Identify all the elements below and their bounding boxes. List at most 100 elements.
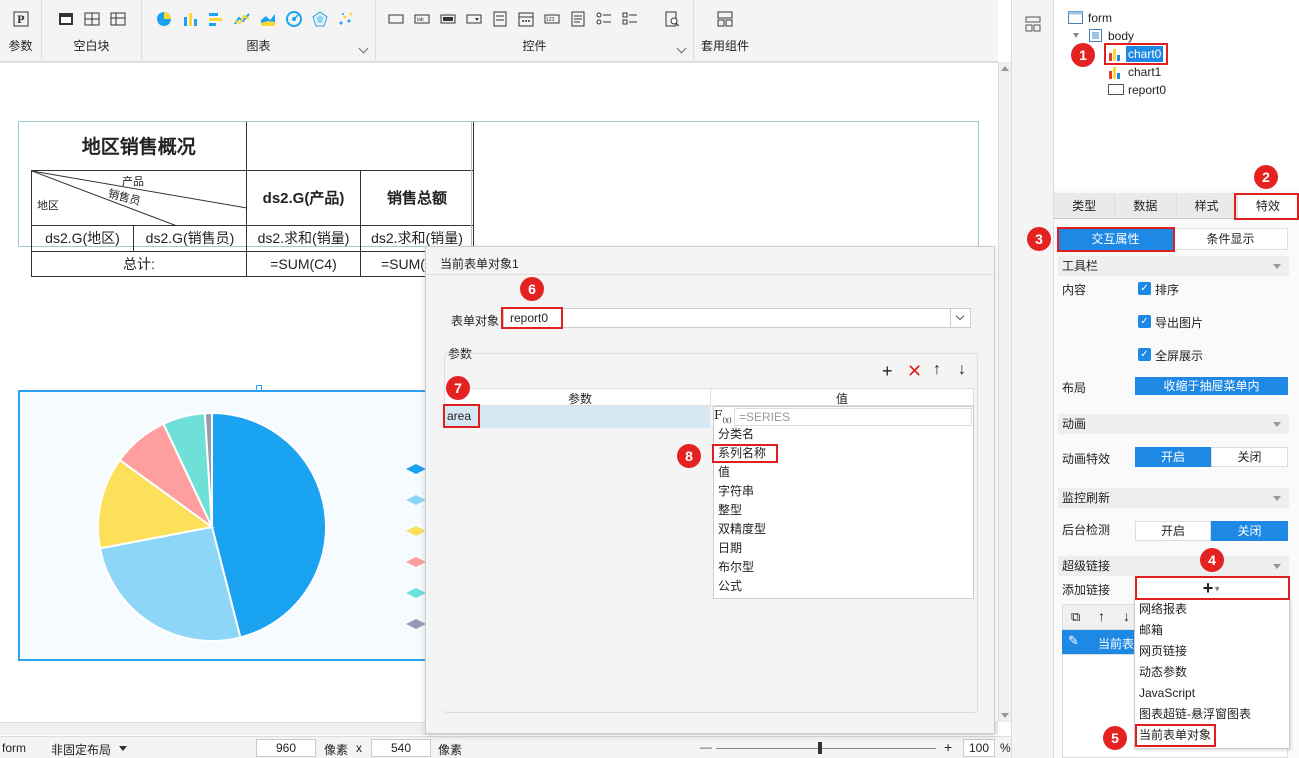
animation-label: 动画特效	[1062, 452, 1111, 466]
sort-checkbox[interactable]: ✓	[1138, 282, 1151, 295]
status-bar: form 非固定布局 960 像素 x 540 像素 — + 100 %	[0, 736, 1011, 758]
tree-chart1[interactable]: chart1	[1128, 64, 1161, 80]
animation-on-button[interactable]: 开启	[1135, 447, 1211, 467]
zoom-slider-track[interactable]	[716, 748, 936, 749]
option-formula[interactable]: 公式	[718, 577, 742, 596]
tab-type[interactable]: 类型	[1054, 193, 1116, 218]
toolbar-group-params[interactable]: P 参数	[0, 0, 42, 60]
step-marker-5: 5	[1103, 726, 1127, 750]
textarea-widget-icon	[571, 11, 585, 27]
animation-off-button[interactable]: 关闭	[1211, 447, 1288, 467]
dropdown-widget-icon	[466, 14, 482, 24]
section-animation[interactable]: 动画	[1058, 414, 1289, 434]
option-string[interactable]: 字符串	[718, 482, 754, 501]
move-up-icon[interactable]: ↑	[933, 361, 941, 379]
param-row[interactable]: area	[444, 406, 710, 428]
toolbar-group-blank[interactable]: 空白块	[42, 0, 142, 60]
zoom-out-button[interactable]: —	[700, 740, 712, 754]
zoom-slider-handle[interactable]	[818, 742, 822, 754]
formula-icon[interactable]: F(x)	[714, 408, 732, 424]
number-widget-icon: 123	[544, 14, 560, 24]
times-label: x	[356, 741, 362, 755]
cell-region: ds2.G(地区)	[31, 224, 134, 252]
line-chart-icon	[234, 13, 250, 25]
layout-dropdown-icon[interactable]	[119, 746, 127, 751]
section-toolbar[interactable]: 工具栏	[1058, 256, 1289, 276]
export-image-label: 导出图片	[1155, 316, 1204, 330]
scroll-down-icon[interactable]	[1001, 713, 1009, 718]
monitor-on-button[interactable]: 开启	[1135, 521, 1211, 541]
tree-expand-icon[interactable]	[1073, 33, 1079, 38]
section-monitor[interactable]: 监控刷新	[1058, 488, 1289, 508]
body-icon	[1089, 29, 1102, 42]
scroll-up-icon[interactable]	[1001, 66, 1009, 71]
chart0-block[interactable]	[18, 390, 427, 661]
menu-web-link[interactable]: 网页链接	[1139, 641, 1187, 661]
section-hyperlink[interactable]: 超级链接	[1058, 556, 1289, 576]
chart1-icon	[1109, 67, 1120, 79]
subtab-condition[interactable]: 条件显示	[1173, 228, 1288, 250]
step-marker-4: 4	[1200, 548, 1224, 572]
svg-text:123: 123	[546, 17, 555, 23]
tab-data[interactable]: 数据	[1115, 193, 1177, 218]
link-up-icon[interactable]: ↑	[1098, 608, 1105, 624]
export-image-checkbox[interactable]: ✓	[1138, 315, 1151, 328]
menu-email[interactable]: 邮箱	[1139, 620, 1163, 640]
menu-javascript[interactable]: JavaScript	[1139, 683, 1195, 703]
link-down-icon[interactable]: ↓	[1123, 608, 1130, 624]
option-date[interactable]: 日期	[718, 539, 742, 558]
zoom-percent: %	[1000, 741, 1011, 755]
delete-param-icon[interactable]: ✕	[907, 361, 922, 382]
legend-marker-4	[406, 588, 425, 598]
height-unit: 像素	[438, 743, 463, 757]
menu-chart-popup[interactable]: 图表超链-悬浮窗图表	[1139, 704, 1251, 724]
cell-salesperson: ds2.G(销售员)	[133, 224, 247, 252]
move-down-icon[interactable]: ↓	[958, 361, 966, 379]
blank-block-icon	[59, 13, 73, 25]
tree-form[interactable]: form	[1088, 10, 1112, 26]
form-object-dropdown-button[interactable]	[950, 309, 970, 327]
checkbox-group-widget-icon	[622, 12, 637, 25]
canvas-vertical-scrollbar[interactable]	[998, 62, 1011, 722]
add-param-icon[interactable]: +	[882, 361, 893, 382]
layout-select[interactable]: 非固定布局	[51, 741, 111, 758]
chevron-down-icon	[955, 311, 965, 321]
zoom-input[interactable]: 100	[963, 739, 995, 757]
option-boolean[interactable]: 布尔型	[718, 558, 754, 577]
toolbar-group-components[interactable]: 套用组件	[694, 0, 756, 60]
zoom-in-button[interactable]: +	[944, 739, 952, 755]
width-input[interactable]: 960	[256, 739, 316, 757]
component-icon	[717, 11, 733, 27]
option-value[interactable]: 值	[718, 463, 730, 482]
toolbar-group-widgets[interactable]: lab 123 控件	[376, 0, 694, 60]
step-marker-6: 6	[520, 277, 544, 301]
layout-option-drawer[interactable]: 收缩于抽屉菜单内	[1135, 377, 1288, 395]
option-integer[interactable]: 整型	[718, 501, 742, 520]
legend-marker-5	[406, 619, 425, 629]
header-total-cell: 销售总额	[360, 169, 474, 226]
menu-dynamic-param[interactable]: 动态参数	[1139, 662, 1187, 682]
copy-link-icon[interactable]: ⧉	[1071, 609, 1080, 625]
formula-input[interactable]: =SERIES	[734, 408, 972, 426]
edit-link-icon[interactable]: ✎	[1068, 633, 1079, 649]
tab-style[interactable]: 样式	[1176, 193, 1238, 218]
fullscreen-checkbox[interactable]: ✓	[1138, 348, 1151, 361]
option-category-name[interactable]: 分类名	[718, 425, 754, 444]
height-input[interactable]: 540	[371, 739, 431, 757]
listbox-widget-icon	[493, 11, 507, 27]
search-widget-icon	[665, 11, 680, 27]
toolbar-group-charts[interactable]: 图表	[142, 0, 376, 60]
option-double[interactable]: 双精度型	[718, 520, 766, 539]
form-object-select[interactable]: report0	[503, 308, 971, 328]
menu-web-report[interactable]: 网络报表	[1139, 599, 1187, 619]
chart-resize-handle[interactable]	[256, 385, 262, 391]
tree-body[interactable]: body	[1108, 28, 1134, 44]
status-form-label: form	[2, 741, 26, 755]
report-block[interactable]: 地区销售概况 产品 销售员 地区 ds2.G(产品) 销售总额 ds2.G(地区…	[18, 121, 979, 277]
bar-chart-icon	[184, 13, 197, 26]
tree-report0[interactable]: report0	[1128, 82, 1166, 98]
monitor-off-button[interactable]: 关闭	[1211, 521, 1288, 541]
layout-panel-icon[interactable]	[1025, 16, 1041, 32]
highlight-add-link	[1135, 576, 1290, 600]
layout-label: 布局	[1062, 381, 1087, 395]
